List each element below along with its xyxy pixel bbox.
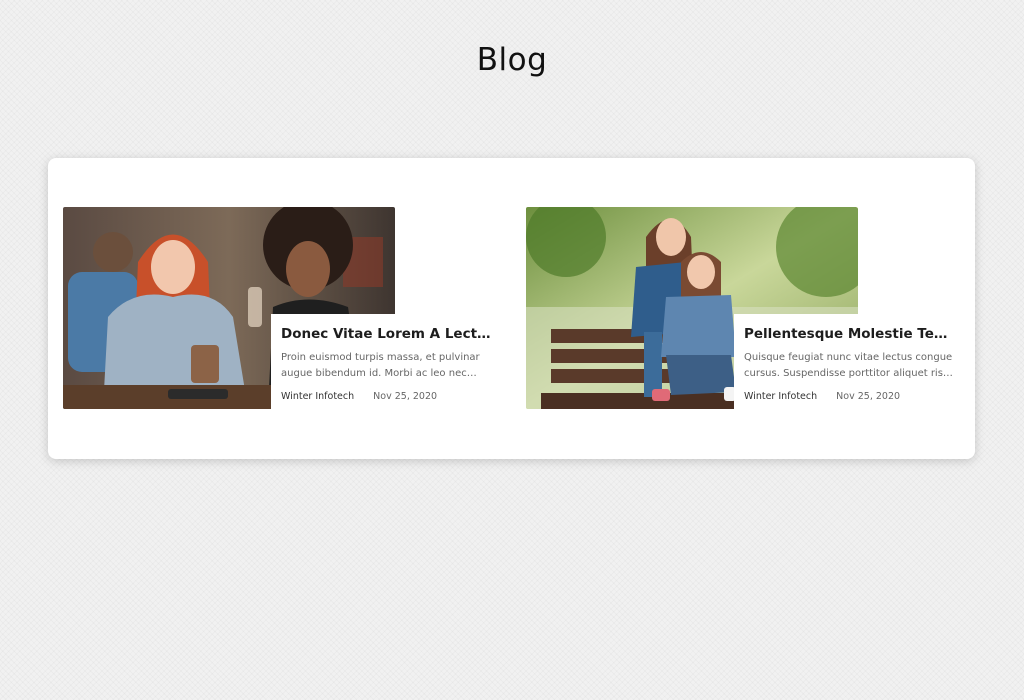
- post-meta: Winter Infotech Nov 25, 2020: [744, 391, 956, 402]
- post-author-link[interactable]: Winter Infotech: [744, 391, 817, 402]
- page-title: Blog: [476, 42, 548, 78]
- blog-post: Donec Vitae Lorem A Lectus Viverra Proin…: [63, 207, 503, 409]
- post-body: Pellentesque Molestie Tempor Nisi Quisqu…: [734, 314, 966, 409]
- post-body: Donec Vitae Lorem A Lectus Viverra Proin…: [271, 314, 503, 409]
- post-title-link[interactable]: Donec Vitae Lorem A Lectus Viverra: [281, 325, 493, 343]
- post-meta: Winter Infotech Nov 25, 2020: [281, 391, 493, 402]
- blog-post: Pellentesque Molestie Tempor Nisi Quisqu…: [526, 207, 966, 409]
- post-excerpt: Proin euismod turpis massa, et pulvinar …: [281, 352, 480, 379]
- post-author-link[interactable]: Winter Infotech: [281, 391, 354, 402]
- post-date: Nov 25, 2020: [836, 391, 901, 402]
- post-date: Nov 25, 2020: [373, 391, 438, 402]
- blog-card: Donec Vitae Lorem A Lectus Viverra Proin…: [48, 158, 975, 459]
- post-title-link[interactable]: Pellentesque Molestie Tempor Nisi: [744, 325, 956, 343]
- post-excerpt: Quisque feugiat nunc vitae lectus congue…: [744, 352, 955, 379]
